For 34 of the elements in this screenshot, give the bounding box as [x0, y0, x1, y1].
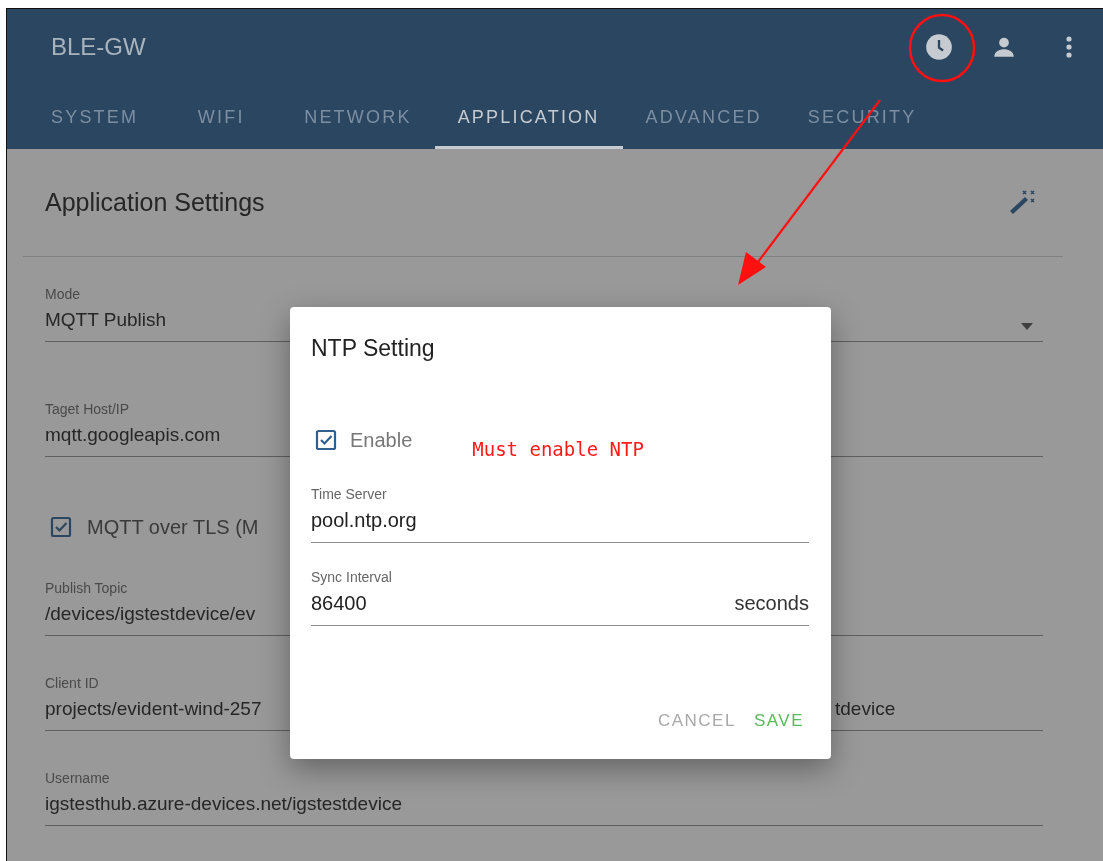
input-field[interactable]: Sync Interval 86400 seconds: [311, 569, 809, 626]
field-value: 86400: [311, 592, 367, 615]
field-label: Client ID: [45, 675, 100, 691]
field-label: Sync Interval: [311, 569, 393, 585]
nav-tab[interactable]: NETWORK: [281, 85, 435, 149]
checkbox-label: Enable: [350, 428, 413, 452]
checked-checkbox[interactable]: [49, 515, 73, 539]
annotation-note: Must enable NTP: [472, 438, 644, 460]
field-label: Taget Host/IP: [45, 401, 131, 417]
field-value[interactable]: projects/evident-wind-257: [45, 698, 262, 720]
nav-tab[interactable]: APPLICATION: [434, 85, 623, 149]
field-label: Username: [45, 770, 111, 786]
field-label: Publish Topic: [45, 580, 129, 596]
checkbox-label: MQTT over TLS (M: [87, 515, 259, 539]
field-value[interactable]: igstesthub.azure-devices.net/igstestdevice: [45, 793, 402, 815]
field-value[interactable]: /devices/igstestdevice/ev: [45, 603, 256, 625]
field-value[interactable]: tdevice: [835, 698, 896, 720]
select-value[interactable]: MQTT Publish: [45, 309, 167, 331]
annotation-circle: [908, 13, 976, 83]
dropdown-caret-icon[interactable]: [1021, 323, 1033, 330]
dialog-title: NTP Setting: [311, 335, 436, 362]
input-field[interactable]: Time Server pool.ntp.org: [311, 486, 809, 543]
clock-icon[interactable]: [923, 31, 955, 63]
field-label: Time Server: [311, 486, 388, 502]
field-value[interactable]: mqtt.googleapis.com: [45, 424, 221, 446]
nav-tab[interactable]: WIFI: [161, 85, 282, 149]
field-value: pool.ntp.org: [311, 509, 417, 532]
checked-checkbox[interactable]: [314, 428, 338, 452]
field-label: Mode: [45, 286, 82, 302]
nav-tab[interactable]: ADVANCED: [622, 85, 785, 149]
nav-tab[interactable]: SYSTEM: [28, 85, 162, 149]
app-title: BLE-GW: [51, 33, 147, 61]
card-title: Application Settings: [45, 188, 265, 217]
unit-label: seconds: [734, 592, 809, 615]
